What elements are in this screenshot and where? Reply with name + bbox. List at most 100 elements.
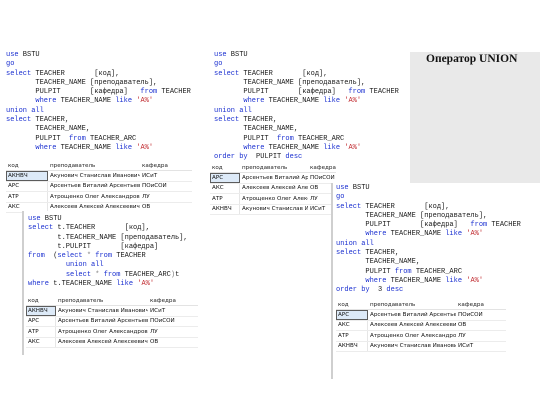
code-line: TEACHER_NAME [преподаватель], [214,79,399,88]
table-row[interactable]: АРСАрсентьев Виталий АрсентьевичПОиСОИ [336,310,506,321]
table-cell[interactable]: Акунович Станислав Иванович [240,206,308,212]
result-grid-2[interactable]: код преподаватель кафедра АРС Арсентьев Вита… [210,163,336,215]
table-cell[interactable]: АТР [336,331,368,341]
table-cell[interactable]: ПОиСОИ [308,175,336,181]
table-row[interactable]: АКНВЧАкунович Станислав ИвановичИСиТ [6,171,192,182]
table-cell[interactable]: ИСиТ [140,173,192,179]
sql-text: TEACHER_NAME [преподаватель], [6,78,158,87]
table-cell[interactable]: ИСиТ [148,308,198,314]
sql-keyword: use [214,51,227,59]
column-header[interactable]: преподаватель [240,165,308,171]
table-row[interactable]: АРСАрсентьев Виталий АрсентьевичПОиСОИ [26,316,198,327]
sql-keyword: like [445,230,463,239]
sql-keyword: select [6,116,32,125]
column-header[interactable]: код [210,165,240,171]
table-row[interactable]: АКСАлексеев Алексей АлексеевичОВ [210,183,336,194]
code-line: where TEACHER_NAME like 'А%' [214,144,399,153]
table-cell[interactable]: ПОиСОИ [140,183,192,189]
table-cell[interactable]: АТР [6,192,48,202]
table-cell[interactable]: АКС [210,183,240,193]
table-cell[interactable]: Акунович Станислав Иванович [56,308,148,314]
column-header[interactable]: преподаватель [48,163,140,169]
table-cell[interactable]: Алексеев Алексей Алексеевич [48,204,140,210]
column-header[interactable]: кафедра [140,163,192,169]
column-header[interactable]: код [6,163,48,169]
query-editor-2[interactable]: use BSTU go select TEACHER [код], TEACHER_… [210,50,408,162]
table-cell[interactable]: АКС [336,320,368,330]
sql-keyword: select [65,270,92,279]
table-cell[interactable]: АРС [210,173,240,183]
result-grid-3[interactable]: код преподаватель кафедра АКНВЧ Акунович Ста… [26,296,198,348]
column-header[interactable]: преподаватель [368,302,456,308]
table-cell[interactable]: ПОиСОИ [148,318,198,324]
query-editor-1[interactable]: use BSTU go select TEACHER [код], TEACHER_… [0,50,210,158]
table-cell[interactable]: Атрощенко Олег Александрович [240,196,308,202]
table-cell[interactable]: Алексеев Алексей Алексеевич [368,322,456,328]
table-cell[interactable]: ИСиТ [456,343,506,349]
table-cell[interactable]: ОВ [140,204,192,210]
table-cell[interactable]: АКНВЧ [210,204,240,214]
table-cell[interactable]: Акунович Станислав Иванович [368,343,456,349]
column-header[interactable]: кафедра [456,302,506,308]
table-cell[interactable]: Атрощенко Олег Александрович [48,194,140,200]
table-cell[interactable]: ПОиСОИ [456,312,506,318]
table-row[interactable]: АРСАрсентьев Виталий АрсентьевичПОиСОИ [6,181,192,192]
table-cell[interactable]: Алексеев Алексей Алексеевич [56,339,148,345]
code-line: select TEACHER [код], [336,203,521,212]
table-cell[interactable]: ЛУ [148,329,198,335]
table-row[interactable]: АКСАлексеев Алексей АлексеевичОВ [26,337,198,348]
sql-keyword: select [57,252,83,261]
table-cell[interactable]: Арсентьев Виталий Арсентьевич [240,175,308,181]
table-cell[interactable]: АКНВЧ [6,171,48,181]
table-cell[interactable]: АРС [26,316,56,326]
table-row[interactable]: АКНВЧАкунович Станислав ИвановичИСиТ [26,306,198,317]
column-header[interactable]: кафедра [308,165,336,171]
query-editor-4[interactable]: use BSTU go select TEACHER [код], TEACHER_… [333,183,540,299]
sql-keyword: desc [386,286,404,295]
table-cell[interactable]: ЛУ [140,194,192,200]
table-cell[interactable]: ОВ [456,322,506,328]
column-header[interactable]: код [336,302,368,308]
column-header[interactable]: преподаватель [56,298,148,304]
sql-text: PULPIT [247,153,286,162]
table-row[interactable]: АТРАтрощенко Олег АлександровичЛУ [6,192,192,203]
sql-keyword: where [35,143,57,152]
sql-keyword: go [336,193,345,202]
table-row[interactable]: АТРАтрощенко Олег АлександровичЛУ [210,194,336,205]
query-editor-3[interactable]: use BSTU select t.TEACHER [код], t.TEACHE… [24,211,200,291]
table-cell[interactable]: АКС [26,337,56,347]
table-cell[interactable]: АТР [210,194,240,204]
result-grid-1[interactable]: код преподаватель кафедра АКНВЧ Акунович Ста… [6,161,192,213]
table-cell[interactable]: Атрощенко Олег Александрович [368,333,456,339]
table-cell[interactable]: АКНВЧ [336,341,368,351]
table-row[interactable]: АКСАлексеев Алексей АлексеевичОВ [336,320,506,331]
table-cell[interactable]: Арсентьев Виталий Арсентьевич [56,318,148,324]
table-cell[interactable]: АРС [336,310,368,320]
table-cell[interactable]: ЛУ [456,333,506,339]
sql-keyword: union all [214,106,252,115]
table-cell[interactable]: Акунович Станислав Иванович [48,173,140,179]
slide-title: Оператор UNION [426,53,518,65]
sql-keyword: union all [336,239,374,248]
table-cell[interactable]: АТР [26,327,56,337]
table-row[interactable]: АТРАтрощенко Олег АлександровичЛУ [26,327,198,338]
table-cell[interactable]: АКНВЧ [26,306,56,316]
column-header[interactable]: код [26,298,56,304]
table-cell[interactable]: Арсентьев Виталий Арсентьевич [368,312,456,318]
table-row[interactable]: АКНВЧАкунович Станислав ИвановичИСиТ [336,341,506,352]
table-row[interactable]: АКНВЧАкунович Станислав ИвановичИСиТ [210,204,336,215]
table-cell[interactable]: Арсентьев Виталий Арсентьевич [48,183,140,189]
table-row[interactable]: АТРАтрощенко Олег АлександровичЛУ [336,331,506,342]
column-header[interactable]: кафедра [148,298,198,304]
result-grid-4[interactable]: код преподаватель кафедра АРС Арсентьев Вита… [336,300,506,352]
sql-keyword: select [336,249,362,258]
table-cell[interactable]: Атрощенко Олег Александрович [56,329,148,335]
table-cell[interactable]: АРС [6,181,48,191]
table-row[interactable]: АРСАрсентьев Виталий АрсентьевичПОиСОИ [210,173,336,184]
sql-text: TEACHER_NAME, [336,258,421,267]
sql-keyword: select [28,224,54,233]
sql-keyword: select [214,69,240,78]
sql-keyword: where [365,276,387,285]
table-cell[interactable]: ОВ [148,339,198,345]
table-cell[interactable]: Алексеев Алексей Алексеевич [240,185,308,191]
